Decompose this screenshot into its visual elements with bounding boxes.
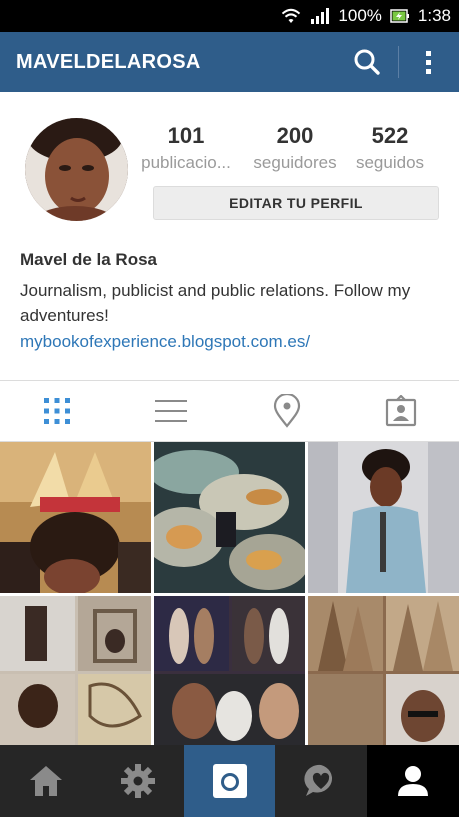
grid-icon[interactable] xyxy=(39,393,75,429)
wifi-icon xyxy=(280,7,302,25)
photo-thumbnail[interactable] xyxy=(0,442,151,593)
bottom-nav xyxy=(0,745,459,817)
followers-label: seguidores xyxy=(253,153,337,172)
battery-charging-icon xyxy=(390,7,410,25)
profile-icon[interactable] xyxy=(367,745,459,817)
status-bar: 100% 1:38 xyxy=(0,0,459,32)
stat-following[interactable]: 522 seguidos xyxy=(340,122,440,176)
following-label: seguidos xyxy=(355,153,425,172)
following-count: 522 xyxy=(371,123,409,148)
home-icon[interactable] xyxy=(0,745,92,817)
search-icon[interactable] xyxy=(352,47,382,77)
battery-percent: 100% xyxy=(338,6,382,25)
explore-icon[interactable] xyxy=(92,745,184,817)
stat-followers[interactable]: 200 seguidores xyxy=(245,122,345,176)
tagged-photos-icon[interactable] xyxy=(383,393,419,429)
edit-profile-button[interactable]: EDITAR TU PERFIL xyxy=(153,186,439,220)
profile-website-link[interactable]: mybookofexperience.blogspot.com.es/ xyxy=(20,332,310,352)
photo-thumbnail[interactable] xyxy=(0,596,151,747)
posts-label: publicacio... xyxy=(141,153,231,172)
app-bar-divider xyxy=(398,46,399,78)
app-bar: MAVELDELAROSA xyxy=(0,32,459,92)
profile-name: Mavel de la Rosa xyxy=(20,250,158,269)
photo-thumbnail[interactable] xyxy=(308,596,459,747)
photo-thumbnail[interactable] xyxy=(154,596,305,747)
clock: 1:38 xyxy=(417,6,451,25)
profile-bio: Journalism, publicist and public relatio… xyxy=(20,281,411,325)
stat-posts: 101 publicacio... xyxy=(136,122,236,176)
username-title: MAVELDELAROSA xyxy=(16,51,201,73)
location-pin-icon[interactable] xyxy=(269,393,305,429)
photo-thumbnail[interactable] xyxy=(308,442,459,593)
signal-icon xyxy=(310,7,330,25)
followers-count: 200 xyxy=(276,123,314,148)
list-icon[interactable] xyxy=(153,393,189,429)
view-tabs xyxy=(0,381,459,441)
photo-thumbnail[interactable] xyxy=(154,442,305,593)
avatar[interactable] xyxy=(25,118,128,221)
activity-icon[interactable] xyxy=(275,745,367,817)
photo-grid xyxy=(0,442,459,747)
posts-count: 101 xyxy=(167,123,205,148)
more-vertical-icon[interactable] xyxy=(416,46,440,78)
camera-icon[interactable] xyxy=(184,745,275,817)
